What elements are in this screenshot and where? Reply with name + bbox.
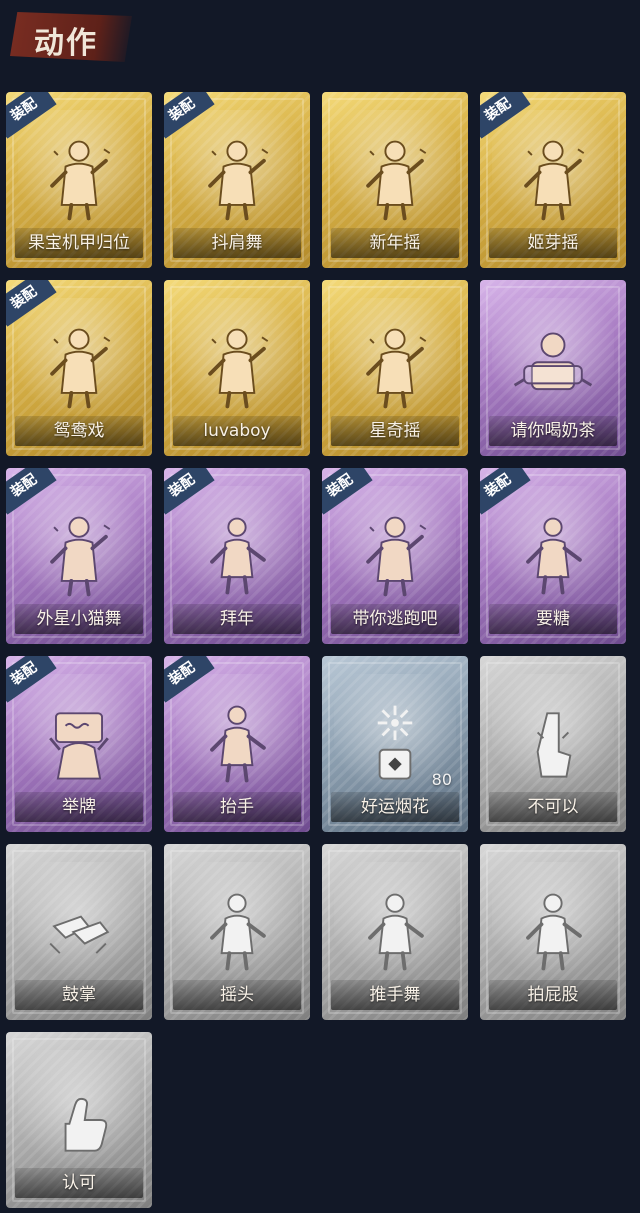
emote-card-5[interactable]: luvaboy <box>164 280 310 456</box>
clap-icon <box>31 884 127 980</box>
emote-label: 推手舞 <box>331 980 459 1010</box>
shake-head-icon <box>189 884 285 980</box>
emote-label: 新年摇 <box>331 228 459 258</box>
emote-label: 鸳鸯戏 <box>15 416 143 446</box>
emote-card-1[interactable]: 装配 抖肩舞 <box>164 92 310 268</box>
emote-label: 要糖 <box>489 604 617 634</box>
dance-figure-icon <box>347 508 443 604</box>
emote-label: 果宝机甲归位 <box>15 228 143 258</box>
emote-card-11[interactable]: 装配 要糖 <box>480 468 626 644</box>
bow-figure-icon <box>189 508 285 604</box>
emote-label: 外星小猫舞 <box>15 604 143 634</box>
emote-card-4[interactable]: 装配 鸳鸯戏 <box>6 280 152 456</box>
thumbs-up-icon <box>31 1072 127 1168</box>
dance-figure-icon <box>347 132 443 228</box>
emote-label: 拜年 <box>173 604 301 634</box>
emote-card-3[interactable]: 装配 姬芽摇 <box>480 92 626 268</box>
emote-card-16[interactable]: 鼓掌 <box>6 844 152 1020</box>
milk-tea-icon <box>505 320 601 416</box>
emote-card-6[interactable]: 星奇摇 <box>322 280 468 456</box>
dance-figure-icon <box>347 320 443 416</box>
emote-card-19[interactable]: 拍屁股 <box>480 844 626 1020</box>
emote-label: 拍屁股 <box>489 980 617 1010</box>
emote-label: 星奇摇 <box>331 416 459 446</box>
emote-label: 摇头 <box>173 980 301 1010</box>
dance-figure-icon <box>189 320 285 416</box>
dance-figure-icon <box>31 132 127 228</box>
firework-icon <box>347 696 443 792</box>
emote-card-14[interactable]: 80 好运烟花 <box>322 656 468 832</box>
dance-figure-icon <box>31 320 127 416</box>
emote-label: 请你喝奶茶 <box>489 416 617 446</box>
emote-card-18[interactable]: 推手舞 <box>322 844 468 1020</box>
emote-card-10[interactable]: 装配 带你逃跑吧 <box>322 468 468 644</box>
emote-label: 认可 <box>15 1168 143 1198</box>
emote-label: 不可以 <box>489 792 617 822</box>
emote-card-20[interactable]: 认可 <box>6 1032 152 1208</box>
emote-label: 抬手 <box>173 792 301 822</box>
emote-card-17[interactable]: 摇头 <box>164 844 310 1020</box>
push-hand-icon <box>347 884 443 980</box>
sign-board-icon <box>31 696 127 792</box>
finger-icon <box>505 696 601 792</box>
emote-label: 鼓掌 <box>15 980 143 1010</box>
emote-label: 抖肩舞 <box>173 228 301 258</box>
raise-hand-icon <box>189 696 285 792</box>
emote-label: 带你逃跑吧 <box>331 604 459 634</box>
emote-label: 好运烟花 <box>331 792 459 822</box>
pat-icon <box>505 884 601 980</box>
section-title: 动作 <box>34 26 98 61</box>
dance-figure-icon <box>505 132 601 228</box>
emote-card-12[interactable]: 装配 举牌 <box>6 656 152 832</box>
item-count: 80 <box>431 770 452 789</box>
emote-card-13[interactable]: 装配 抬手 <box>164 656 310 832</box>
emote-card-7[interactable]: 请你喝奶茶 <box>480 280 626 456</box>
emote-label: 举牌 <box>15 792 143 822</box>
emote-label: luvaboy <box>173 416 301 446</box>
reach-figure-icon <box>505 508 601 604</box>
emote-card-9[interactable]: 装配 拜年 <box>164 468 310 644</box>
emote-card-8[interactable]: 装配 外星小猫舞 <box>6 468 152 644</box>
emote-card-2[interactable]: 新年摇 <box>322 92 468 268</box>
emote-card-15[interactable]: 不可以 <box>480 656 626 832</box>
dance-figure-icon <box>189 132 285 228</box>
emote-label: 姬芽摇 <box>489 228 617 258</box>
emote-card-0[interactable]: 装配 果宝机甲归位 <box>6 92 152 268</box>
dance-figure-icon <box>31 508 127 604</box>
